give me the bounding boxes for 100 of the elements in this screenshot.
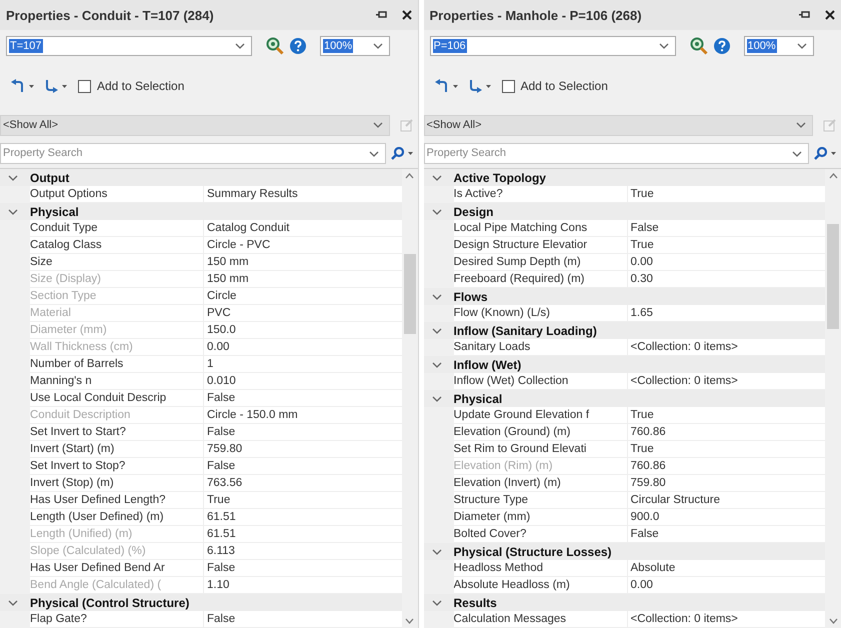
search-field[interactable]: Property Search: [424, 142, 809, 164]
property-name[interactable]: Length (User Defined) (m): [30, 509, 204, 526]
property-value[interactable]: 759.80: [204, 441, 402, 458]
chevron-icon[interactable]: [432, 174, 442, 182]
property-value[interactable]: 0.30: [628, 271, 825, 288]
property-value[interactable]: Circular Structure: [628, 492, 825, 509]
checkbox-label[interactable]: Add to Selection: [520, 79, 608, 93]
property-value[interactable]: 150 mm: [204, 254, 402, 271]
property-value[interactable]: 900.0: [628, 509, 825, 526]
help-icon[interactable]: [714, 38, 730, 54]
search-field[interactable]: Property Search: [0, 142, 386, 164]
property-value[interactable]: Summary Results: [204, 186, 402, 203]
property-name[interactable]: Has User Defined Bend Ar: [30, 560, 204, 577]
property-value[interactable]: False: [204, 611, 402, 628]
chevron-icon[interactable]: [432, 326, 442, 334]
property-name[interactable]: Conduit Type: [30, 220, 204, 237]
property-value[interactable]: 1: [204, 356, 402, 373]
property-name[interactable]: Set Invert to Start?: [30, 424, 204, 441]
chevron-icon[interactable]: [432, 548, 442, 556]
element-dropdown[interactable]: T=107: [6, 36, 252, 56]
property-value[interactable]: 1.65: [628, 305, 825, 322]
zoom-icon[interactable]: [266, 37, 284, 55]
chevron-icon[interactable]: [432, 598, 442, 606]
scroll-thumb[interactable]: [827, 224, 839, 329]
checkbox-label[interactable]: Add to Selection: [97, 79, 184, 93]
checkbox[interactable]: [502, 80, 514, 92]
property-name[interactable]: Size: [30, 254, 204, 271]
property-value[interactable]: False: [628, 220, 825, 237]
close-icon[interactable]: [825, 10, 835, 20]
property-value[interactable]: <Collection: 0 items>: [628, 339, 825, 356]
checkbox[interactable]: [78, 80, 91, 92]
property-name[interactable]: Design Structure Elevatior: [454, 237, 628, 254]
property-value[interactable]: True: [204, 492, 402, 509]
property-name[interactable]: Number of Barrels: [30, 356, 204, 373]
pin-icon[interactable]: [799, 11, 811, 19]
property-name[interactable]: Has User Defined Length?: [30, 492, 204, 509]
property-name[interactable]: Set Rim to Ground Elevati: [454, 441, 628, 458]
property-value[interactable]: 763.56: [204, 475, 402, 492]
property-name[interactable]: Elevation (Invert) (m): [454, 475, 628, 492]
zoom-dropdown[interactable]: 100%: [744, 36, 814, 56]
property-value[interactable]: True: [628, 237, 825, 254]
property-name[interactable]: Desired Sump Depth (m): [454, 254, 628, 271]
property-value[interactable]: Absolute: [628, 560, 825, 577]
chevron-icon[interactable]: [432, 292, 442, 300]
scroll-up-icon[interactable]: [828, 173, 838, 179]
property-value[interactable]: 61.51: [204, 509, 402, 526]
property-name[interactable]: Diameter (mm): [454, 509, 628, 526]
property-value[interactable]: 0.00: [628, 577, 825, 594]
chevron-icon[interactable]: [8, 208, 18, 216]
property-value[interactable]: False: [204, 390, 402, 407]
property-value[interactable]: True: [628, 441, 825, 458]
property-name[interactable]: Manning's n: [30, 373, 204, 390]
property-value[interactable]: 759.80: [628, 475, 825, 492]
property-value[interactable]: 760.86: [628, 424, 825, 441]
filter-dropdown[interactable]: <Show All>: [0, 114, 390, 136]
property-value[interactable]: 0.010: [204, 373, 402, 390]
property-name[interactable]: Flap Gate?: [30, 611, 204, 628]
property-value[interactable]: True: [628, 407, 825, 424]
property-value[interactable]: <Collection: 0 items>: [628, 611, 825, 628]
property-name[interactable]: Output Options: [30, 186, 204, 203]
property-name[interactable]: Sanitary Loads: [454, 339, 628, 356]
property-value[interactable]: Catalog Conduit: [204, 220, 402, 237]
scroll-down-icon[interactable]: [405, 618, 414, 624]
property-name[interactable]: Is Active?: [454, 186, 628, 203]
property-name[interactable]: Flow (Known) (L/s): [454, 305, 628, 322]
zoom-dropdown[interactable]: 100%: [320, 36, 390, 56]
scrollbar[interactable]: [402, 169, 418, 628]
property-name[interactable]: Inflow (Wet) Collection: [454, 373, 628, 390]
filter-dropdown[interactable]: <Show All>: [424, 114, 813, 136]
property-name[interactable]: Invert (Stop) (m): [30, 475, 204, 492]
scroll-up-icon[interactable]: [405, 173, 414, 179]
property-name[interactable]: Use Local Conduit Descrip: [30, 390, 204, 407]
chevron-icon[interactable]: [432, 394, 442, 402]
property-name[interactable]: Bolted Cover?: [454, 526, 628, 543]
property-value[interactable]: True: [628, 186, 825, 203]
pin-icon[interactable]: [376, 11, 388, 19]
zoom-icon[interactable]: [690, 37, 708, 55]
property-value[interactable]: Circle - PVC: [204, 237, 402, 254]
property-name[interactable]: Local Pipe Matching Cons: [454, 220, 628, 237]
property-value[interactable]: False: [628, 526, 825, 543]
property-name[interactable]: Update Ground Elevation f: [454, 407, 628, 424]
property-value[interactable]: False: [204, 424, 402, 441]
help-icon[interactable]: [290, 38, 306, 54]
chevron-icon[interactable]: [8, 598, 18, 606]
property-name[interactable]: Structure Type: [454, 492, 628, 509]
property-name[interactable]: Catalog Class: [30, 237, 204, 254]
property-name[interactable]: Calculation Messages: [454, 611, 628, 628]
scroll-thumb[interactable]: [404, 254, 416, 334]
property-name[interactable]: Freeboard (Required) (m): [454, 271, 628, 288]
property-name[interactable]: Absolute Headloss (m): [454, 577, 628, 594]
property-name[interactable]: Headloss Method: [454, 560, 628, 577]
property-value[interactable]: <Collection: 0 items>: [628, 373, 825, 390]
property-name[interactable]: Set Invert to Stop?: [30, 458, 204, 475]
scroll-down-icon[interactable]: [828, 618, 838, 624]
property-name[interactable]: Invert (Start) (m): [30, 441, 204, 458]
property-value[interactable]: False: [204, 560, 402, 577]
element-dropdown[interactable]: P=106: [430, 36, 676, 56]
chevron-icon[interactable]: [432, 360, 442, 368]
chevron-icon[interactable]: [8, 174, 18, 182]
close-icon[interactable]: [402, 10, 412, 20]
